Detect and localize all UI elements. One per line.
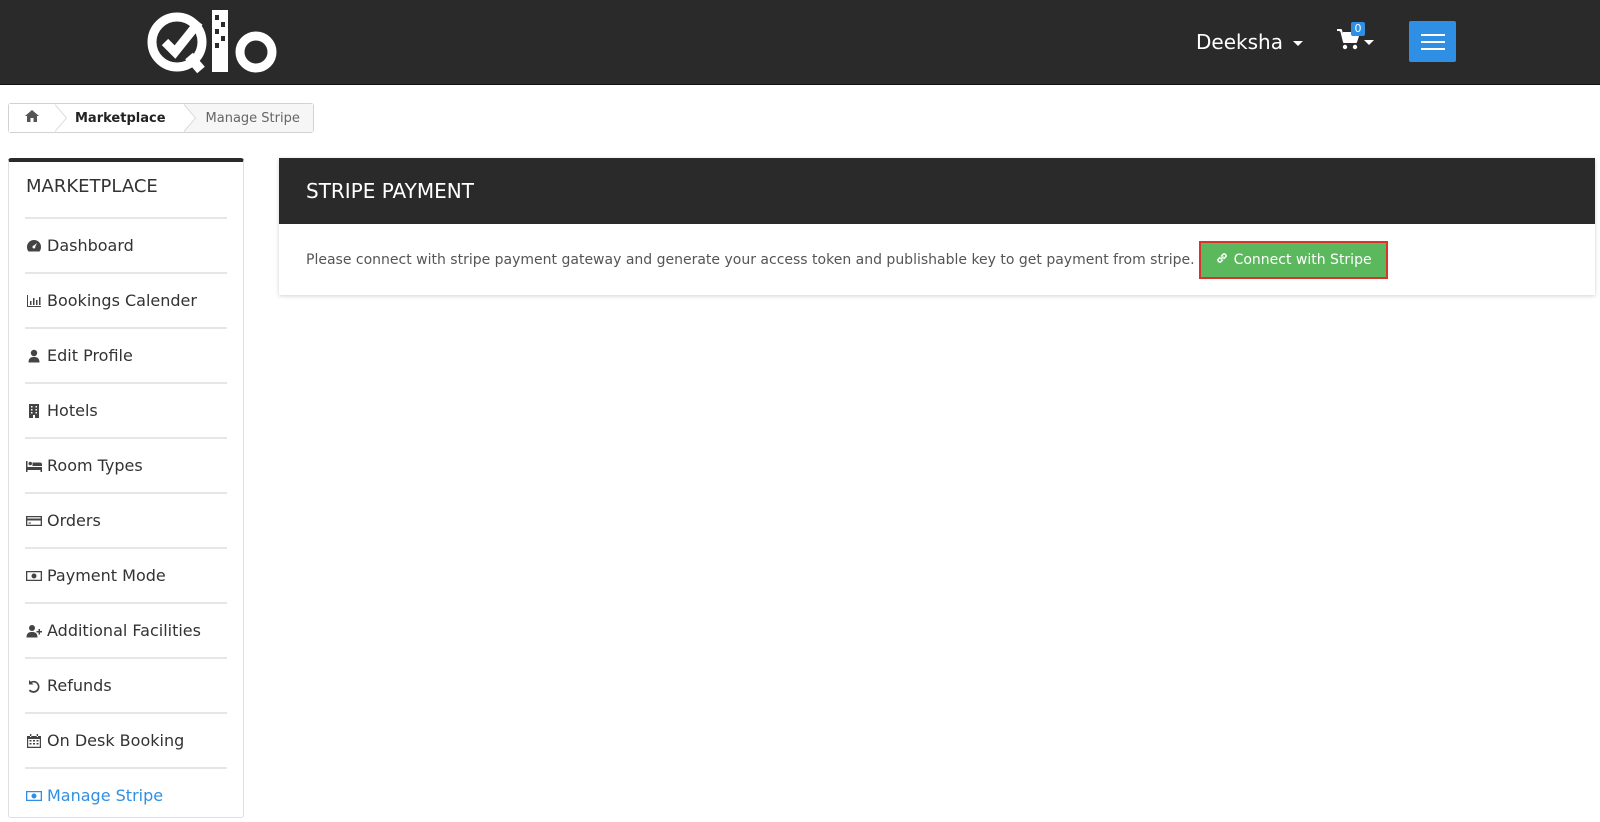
undo-icon: [25, 678, 42, 694]
breadcrumb-marketplace[interactable]: Marketplace: [55, 104, 184, 132]
chevron-down-icon: [1364, 40, 1374, 45]
building-icon: [25, 403, 42, 419]
money-icon: [25, 788, 42, 804]
sidebar-item-label: Hotels: [47, 401, 98, 420]
credit-card-icon: [25, 513, 42, 529]
sidebar-item-label: On Desk Booking: [47, 731, 185, 750]
sidebar-item-refunds[interactable]: Refunds: [25, 657, 227, 712]
menu-bar: [1420, 33, 1445, 36]
sidebar-title: MARKETPLACE: [26, 176, 158, 197]
sidebar-item-hotels[interactable]: Hotels: [25, 382, 227, 437]
sidebar-item-edit-profile[interactable]: Edit Profile: [25, 327, 227, 382]
sidebar-item-on-desk-booking[interactable]: On Desk Booking: [25, 712, 227, 767]
sidebar-item-label: Refunds: [47, 676, 112, 695]
stripe-payment-panel: STRIPE PAYMENT Please connect with strip…: [279, 158, 1595, 295]
breadcrumb-current: Manage Stripe: [183, 104, 313, 132]
bed-icon: [25, 458, 42, 474]
marketplace-sidebar: MARKETPLACE Dashboard Bookings Calender …: [8, 158, 244, 818]
sidebar-menu: Dashboard Bookings Calender Edit Profile…: [25, 217, 227, 822]
bar-chart-icon: [25, 293, 42, 309]
money-icon: [25, 568, 42, 584]
hamburger-menu-button[interactable]: [1409, 21, 1456, 62]
sidebar-item-label: Edit Profile: [47, 346, 133, 365]
sidebar-item-payment-mode[interactable]: Payment Mode: [25, 547, 227, 602]
user-icon: [25, 348, 42, 364]
sidebar-item-label: Orders: [47, 511, 101, 530]
calendar-icon: [25, 733, 42, 749]
connect-button-label: Connect with Stripe: [1233, 251, 1372, 268]
panel-title: STRIPE PAYMENT: [279, 158, 1595, 224]
sidebar-item-dashboard[interactable]: Dashboard: [25, 217, 227, 272]
qlo-logo[interactable]: [145, 8, 285, 76]
top-header: Deeksha 0: [0, 0, 1600, 85]
home-icon: [24, 109, 40, 127]
sidebar-item-label: Bookings Calender: [47, 291, 197, 310]
dashboard-icon: [25, 238, 42, 254]
sidebar-item-manage-stripe[interactable]: Manage Stripe: [25, 767, 227, 822]
sidebar-item-label: Additional Facilities: [47, 621, 201, 640]
user-plus-icon: [25, 623, 42, 639]
stripe-info-text: Please connect with stripe payment gatew…: [306, 251, 1195, 268]
sidebar-item-label: Room Types: [47, 456, 143, 475]
menu-bar: [1420, 47, 1445, 50]
breadcrumb: Marketplace Manage Stripe: [8, 103, 314, 133]
link-icon: [1215, 251, 1234, 269]
cart-dropdown[interactable]: 0: [1336, 22, 1380, 56]
sidebar-item-orders[interactable]: Orders: [25, 492, 227, 547]
panel-body: Please connect with stripe payment gatew…: [279, 224, 1595, 295]
menu-bar: [1420, 40, 1445, 43]
sidebar-item-room-types[interactable]: Room Types: [25, 437, 227, 492]
sidebar-item-additional-facilities[interactable]: Additional Facilities: [25, 602, 227, 657]
cart-count-badge: 0: [1351, 22, 1365, 36]
sidebar-item-label: Payment Mode: [47, 566, 166, 585]
chevron-down-icon: [1292, 41, 1303, 46]
user-dropdown[interactable]: Deeksha: [1196, 28, 1303, 56]
sidebar-item-label: Manage Stripe: [47, 786, 164, 805]
sidebar-item-bookings-calender[interactable]: Bookings Calender: [25, 272, 227, 327]
connect-with-stripe-button[interactable]: Connect with Stripe: [1198, 240, 1388, 279]
sidebar-item-label: Dashboard: [47, 236, 134, 255]
user-name: Deeksha: [1196, 30, 1283, 54]
breadcrumb-home[interactable]: [9, 104, 55, 132]
